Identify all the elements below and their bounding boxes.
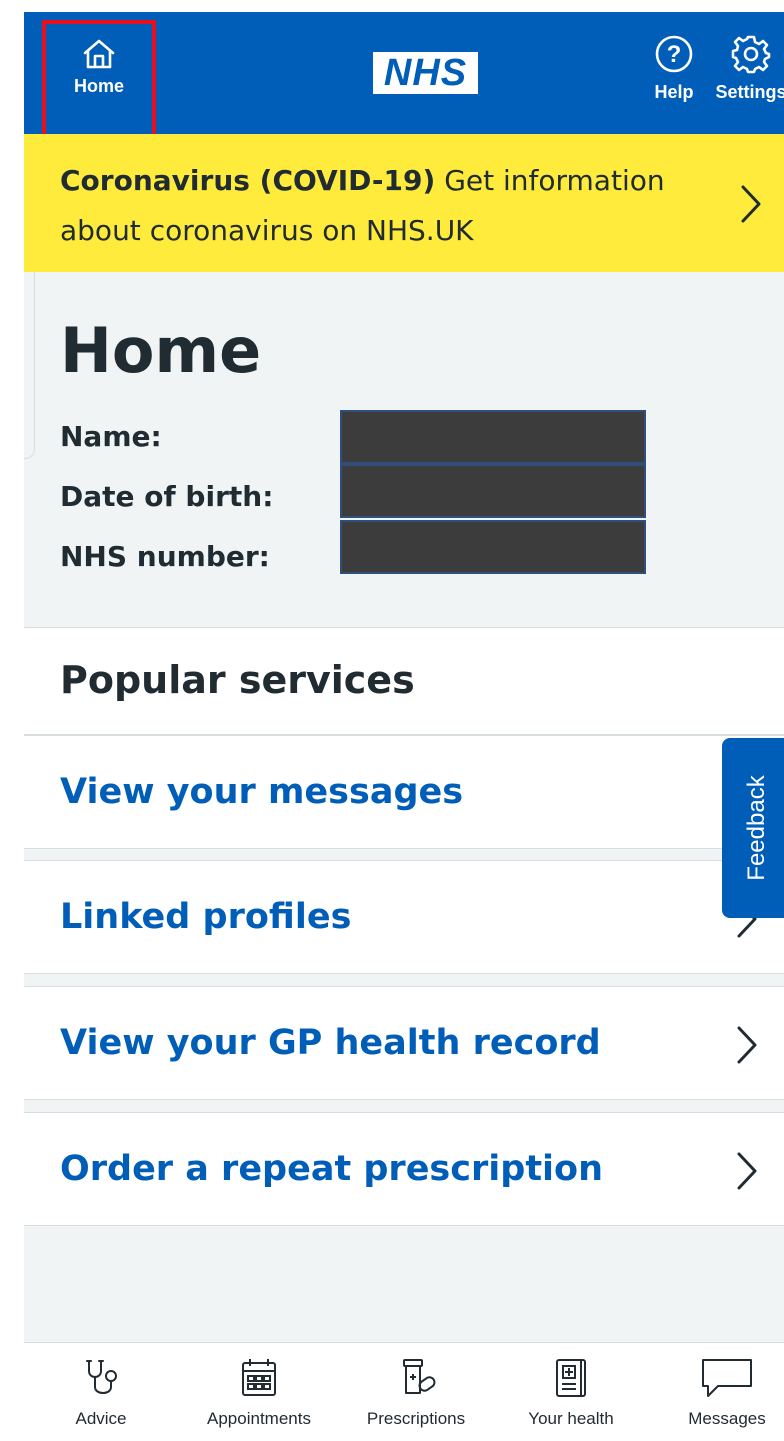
page-left-edge bbox=[0, 0, 24, 1441]
nhs-logo-text: NHS bbox=[383, 52, 468, 94]
chevron-right-icon bbox=[741, 185, 761, 223]
pills-icon bbox=[403, 1359, 436, 1394]
covid-banner-bold: Coronavirus (COVID-19) bbox=[60, 164, 436, 197]
redacted-dob-value bbox=[340, 464, 646, 518]
nhs-app: Home NHS ? Help Settings Coronavirus (CO… bbox=[24, 0, 784, 1441]
help-button[interactable]: ? Help bbox=[646, 34, 702, 103]
tab-advice-label: Advice bbox=[75, 1409, 127, 1428]
popular-services-title: Popular services bbox=[60, 658, 415, 702]
redacted-name-value bbox=[340, 410, 646, 464]
side-drawer-handle[interactable] bbox=[24, 272, 35, 459]
tab-advice[interactable]: Advice bbox=[26, 1343, 176, 1441]
tab-messages-label: Messages bbox=[688, 1409, 766, 1428]
service-label: Order a repeat prescription bbox=[60, 1149, 604, 1189]
page-title: Home bbox=[60, 314, 262, 387]
feedback-button[interactable]: Feedback bbox=[722, 738, 784, 918]
stethoscope-icon bbox=[86, 1360, 117, 1394]
help-button-label: Help bbox=[654, 82, 694, 102]
tab-messages[interactable]: Messages bbox=[652, 1343, 784, 1441]
tab-appointments-label: Appointments bbox=[207, 1409, 311, 1428]
dob-label: Date of birth: bbox=[60, 480, 274, 513]
popular-services-header: Popular services bbox=[24, 627, 784, 735]
home-button-highlight bbox=[42, 20, 156, 140]
tab-appointments[interactable]: Appointments bbox=[184, 1343, 334, 1441]
covid-banner[interactable]: Coronavirus (COVID-19) Get information a… bbox=[24, 134, 784, 272]
service-linked-profiles[interactable]: Linked profiles bbox=[24, 860, 784, 974]
svg-text:?: ? bbox=[667, 41, 682, 68]
tab-prescriptions[interactable]: Prescriptions bbox=[341, 1343, 491, 1441]
tab-your-health[interactable]: Your health bbox=[496, 1343, 646, 1441]
help-icon: ? bbox=[655, 35, 693, 73]
chevron-right-icon bbox=[737, 1026, 757, 1064]
redacted-nhs-number-value bbox=[340, 520, 646, 574]
service-label: View your GP health record bbox=[60, 1023, 601, 1063]
health-record-icon bbox=[556, 1359, 586, 1397]
covid-banner-text: Coronavirus (COVID-19) Get information a… bbox=[60, 156, 700, 256]
tab-prescriptions-label: Prescriptions bbox=[366, 1409, 466, 1428]
service-label: Linked profiles bbox=[60, 897, 352, 937]
tab-your-health-label: Your health bbox=[528, 1409, 614, 1428]
nhs-logo: NHS bbox=[373, 52, 478, 94]
feedback-label: Feedback bbox=[743, 775, 770, 881]
service-repeat-prescription[interactable]: Order a repeat prescription bbox=[24, 1112, 784, 1226]
settings-button-label: Settings bbox=[715, 82, 784, 102]
speech-bubble-icon bbox=[702, 1359, 752, 1397]
service-gp-health-record[interactable]: View your GP health record bbox=[24, 986, 784, 1100]
chevron-right-icon bbox=[737, 1152, 757, 1190]
status-strip bbox=[24, 0, 784, 12]
nhs-number-label: NHS number: bbox=[60, 540, 270, 573]
bottom-tab-bar: Advice Appointments Prescriptions Your h… bbox=[24, 1342, 784, 1441]
service-view-messages[interactable]: View your messages bbox=[24, 735, 784, 849]
gear-icon bbox=[731, 35, 771, 74]
name-label: Name: bbox=[60, 420, 162, 453]
service-label: View your messages bbox=[60, 772, 464, 812]
calendar-icon bbox=[242, 1359, 276, 1396]
settings-button[interactable]: Settings bbox=[706, 34, 784, 103]
